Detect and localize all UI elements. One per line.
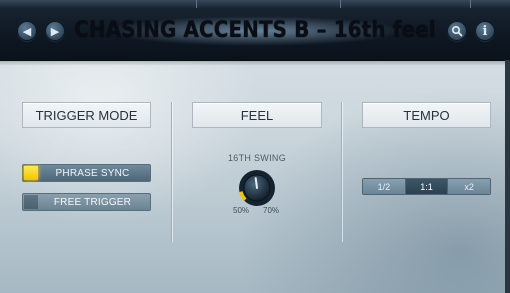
header-shadow [0, 60, 510, 66]
search-icon [451, 25, 463, 37]
phrase-sync-button[interactable]: PHRASE SYNC [22, 164, 151, 182]
chevron-left-icon: ◀ [22, 25, 32, 38]
header-bar: ◀ ▶ CHASING ACCENTS B – 16th feel i [0, 0, 510, 61]
info-icon: i [482, 23, 488, 39]
tempo-half-button[interactable]: 1/2 [363, 179, 406, 194]
header-top-strip [0, 0, 510, 8]
previous-preset-button[interactable]: ◀ [17, 21, 37, 41]
tempo-heading: TEMPO [362, 102, 491, 128]
swing-min-label: 50% [233, 206, 250, 215]
knob-pointer [254, 177, 258, 189]
instrument-panel: ◀ ▶ CHASING ACCENTS B – 16th feel i TRIG… [0, 0, 510, 293]
free-trigger-label: FREE TRIGGER [53, 196, 132, 208]
section-divider [171, 102, 172, 242]
tempo-normal-button[interactable]: 1:1 [405, 179, 449, 194]
swing-max-label: 70% [263, 206, 280, 215]
inactive-indicator [24, 195, 38, 209]
window-edge [505, 60, 510, 293]
phrase-sync-label: PHRASE SYNC [55, 167, 130, 179]
header-tick [196, 0, 197, 8]
free-trigger-button[interactable]: FREE TRIGGER [22, 193, 151, 211]
chevron-right-icon: ▶ [50, 25, 60, 38]
trigger-mode-heading: TRIGGER MODE [22, 102, 151, 128]
page-title: CHASING ACCENTS B – 16th feel [74, 18, 436, 43]
feel-heading: FEEL [192, 102, 322, 128]
info-button[interactable]: i [475, 21, 495, 41]
search-button[interactable] [447, 21, 467, 41]
active-indicator [24, 166, 38, 180]
tempo-selector: 1/2 1:1 x2 [362, 178, 491, 195]
header-tick [470, 0, 471, 8]
tempo-double-button[interactable]: x2 [448, 179, 490, 194]
swing-knob-label: 16TH SWING [227, 153, 286, 163]
swing-knob[interactable] [235, 166, 279, 210]
next-preset-button[interactable]: ▶ [45, 21, 65, 41]
section-divider [341, 102, 342, 242]
header-tick [340, 0, 341, 8]
